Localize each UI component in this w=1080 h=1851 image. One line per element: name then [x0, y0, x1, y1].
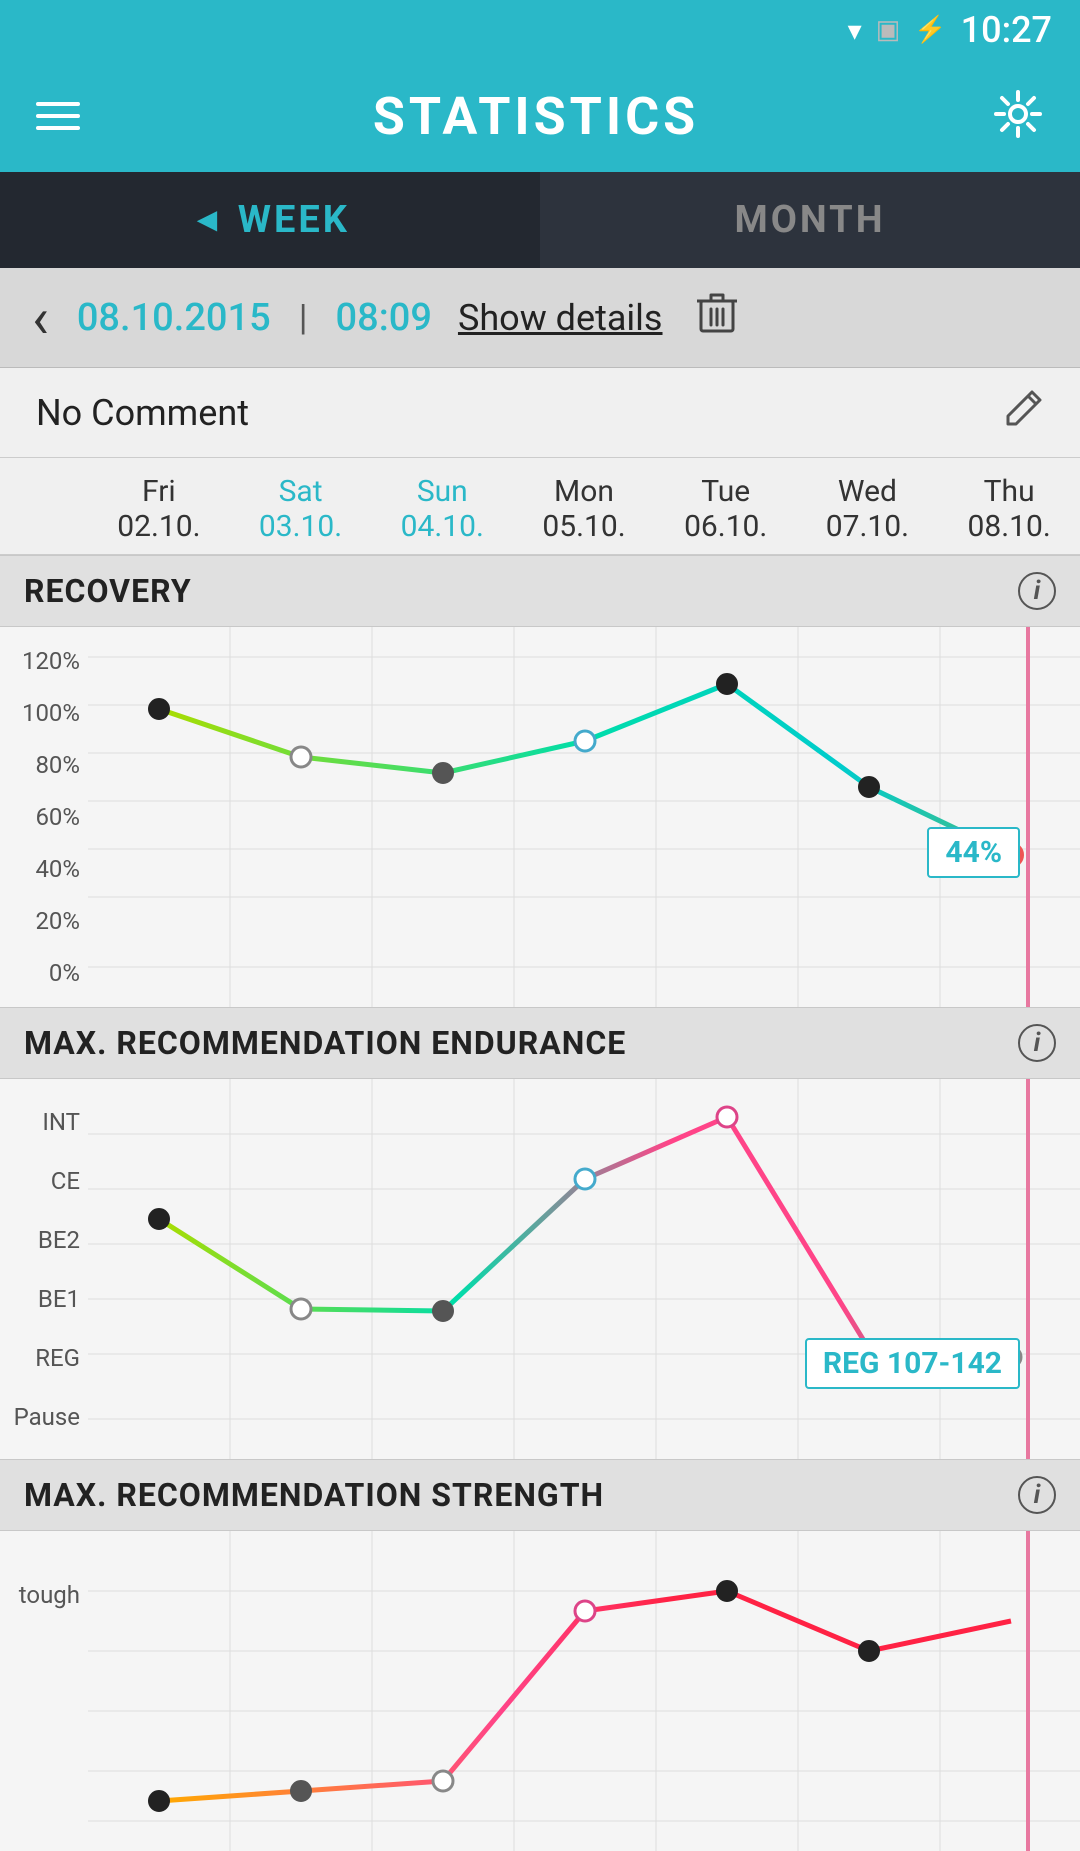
nav-time: 08:09: [336, 296, 432, 340]
recovery-title: RECOVERY: [24, 572, 192, 610]
endurance-chart-area: INT CE BE2 BE1 REG Pause: [0, 1079, 1080, 1459]
endurance-title: MAX. RECOMMENDATION ENDURANCE: [24, 1024, 626, 1062]
date-separator: |: [299, 297, 308, 339]
y-label-pause: Pause: [8, 1403, 80, 1431]
strength-section-header: MAX. RECOMMENDATION STRENGTH i: [0, 1459, 1080, 1531]
y-label-reg: REG: [8, 1344, 80, 1372]
nav-back-button[interactable]: ‹: [24, 277, 57, 359]
settings-button[interactable]: [992, 88, 1044, 144]
recovery-tooltip: 44%: [927, 827, 1020, 878]
endurance-info-icon: i: [1034, 1028, 1041, 1058]
day-sun-date: 04.10.: [401, 509, 484, 544]
nav-date: 08.10.2015: [77, 296, 271, 340]
status-bar: ▾ ▣ ⚡ 10:27: [0, 0, 1080, 60]
strength-chart: tough: [0, 1531, 1080, 1851]
day-mon-name: Mon: [554, 474, 614, 509]
day-thu-date: 08.10.: [968, 509, 1051, 544]
recovery-tooltip-value: 44%: [945, 835, 1002, 870]
strength-chart-area: tough: [0, 1531, 1080, 1851]
battery-icon: ⚡: [914, 15, 946, 45]
status-time: 10:27: [961, 9, 1052, 51]
strength-info-button[interactable]: i: [1018, 1476, 1056, 1514]
endurance-section-header: MAX. RECOMMENDATION ENDURANCE i: [0, 1007, 1080, 1079]
day-fri-date: 02.10.: [117, 509, 200, 544]
tab-week-label: WEEK: [238, 198, 350, 242]
y-label-be1: BE1: [8, 1285, 80, 1313]
day-sat: Sat 03.10.: [230, 474, 372, 544]
day-tue-name: Tue: [701, 474, 750, 509]
hamburger-button[interactable]: [36, 102, 80, 130]
day-mon: Mon 05.10.: [513, 474, 655, 544]
day-wed: Wed 07.10.: [797, 474, 939, 544]
app-bar: STATISTICS: [0, 60, 1080, 172]
endurance-info-button[interactable]: i: [1018, 1024, 1056, 1062]
y-label-60: 60%: [8, 803, 80, 831]
tab-month[interactable]: MONTH: [540, 172, 1080, 268]
y-label-0: 0%: [8, 959, 80, 987]
page-title: STATISTICS: [373, 86, 699, 147]
recovery-section-header: RECOVERY i: [0, 555, 1080, 627]
y-label-be2: BE2: [8, 1226, 80, 1254]
y-label-20: 20%: [8, 907, 80, 935]
strength-info-icon: i: [1034, 1480, 1041, 1510]
strength-y-labels: tough: [0, 1531, 88, 1851]
wifi-icon: ▾: [848, 14, 862, 47]
status-icons: ▾ ▣ ⚡ 10:27: [848, 9, 1052, 51]
endurance-chart: INT CE BE2 BE1 REG Pause: [0, 1079, 1080, 1459]
days-spacer: [0, 474, 88, 544]
y-label-40: 40%: [8, 855, 80, 883]
day-mon-date: 05.10.: [542, 509, 625, 544]
comment-text: No Comment: [36, 392, 249, 434]
endurance-tooltip-value: REG 107-142: [823, 1346, 1002, 1381]
day-fri: Fri 02.10.: [88, 474, 230, 544]
day-wed-name: Wed: [838, 474, 897, 509]
day-fri-name: Fri: [142, 474, 176, 509]
endurance-tooltip: REG 107-142: [805, 1338, 1020, 1389]
day-thu: Thu 08.10.: [938, 474, 1080, 544]
y-label-100: 100%: [8, 699, 80, 727]
y-label-tough: tough: [8, 1581, 80, 1609]
day-wed-date: 07.10.: [826, 509, 909, 544]
endurance-svg: [88, 1079, 1080, 1459]
delete-button[interactable]: [697, 291, 737, 345]
day-sun: Sun 04.10.: [371, 474, 513, 544]
day-sat-date: 03.10.: [259, 509, 342, 544]
day-sun-name: Sun: [417, 474, 468, 509]
y-label-int: INT: [8, 1108, 80, 1136]
tab-week-arrow: ◄: [190, 200, 224, 240]
recovery-info-button[interactable]: i: [1018, 572, 1056, 610]
day-tue-date: 06.10.: [684, 509, 767, 544]
edit-comment-button[interactable]: [1004, 388, 1044, 438]
sim-icon: ▣: [876, 15, 901, 45]
days-header: Fri 02.10. Sat 03.10. Sun 04.10. Mon 05.…: [0, 458, 1080, 555]
comment-row: No Comment: [0, 368, 1080, 458]
day-tue: Tue 06.10.: [655, 474, 797, 544]
strength-title: MAX. RECOMMENDATION STRENGTH: [24, 1476, 604, 1514]
gear-icon: [992, 88, 1044, 140]
day-thu-name: Thu: [984, 474, 1035, 509]
endurance-y-labels: INT CE BE2 BE1 REG Pause: [0, 1079, 88, 1459]
recovery-info-icon: i: [1034, 576, 1041, 606]
day-sat-name: Sat: [279, 474, 323, 509]
strength-svg: [88, 1531, 1080, 1851]
recovery-chart: 120% 100% 80% 60% 40% 20% 0%: [0, 627, 1080, 1007]
y-label-ce: CE: [8, 1167, 80, 1195]
tab-month-label: MONTH: [734, 198, 885, 242]
tab-week[interactable]: ◄ WEEK: [0, 172, 540, 268]
tab-bar: ◄ WEEK MONTH: [0, 172, 1080, 268]
y-label-80: 80%: [8, 751, 80, 779]
show-details-link[interactable]: Show details: [458, 297, 663, 339]
recovery-svg: [88, 627, 1080, 1007]
y-label-120: 120%: [8, 647, 80, 675]
recovery-chart-area: 120% 100% 80% 60% 40% 20% 0%: [0, 627, 1080, 1007]
date-nav: ‹ 08.10.2015 | 08:09 Show details: [0, 268, 1080, 368]
recovery-y-labels: 120% 100% 80% 60% 40% 20% 0%: [0, 627, 88, 1007]
